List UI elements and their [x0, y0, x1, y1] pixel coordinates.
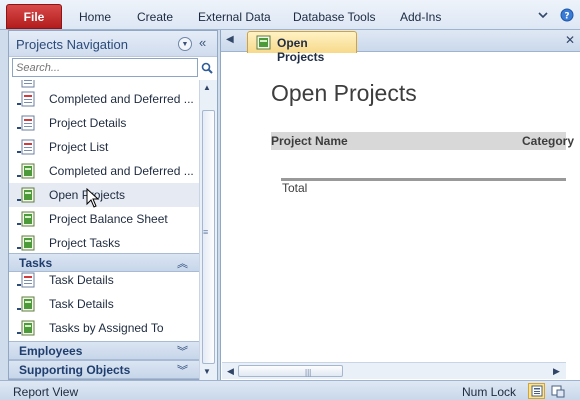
report-icon — [17, 91, 35, 107]
column-header-category[interactable]: Category — [522, 134, 574, 148]
form-icon — [17, 296, 35, 312]
nav-vertical-scrollbar[interactable]: ▲ ≡ ▼ — [199, 80, 217, 380]
nav-item-label: Project Tasks — [49, 236, 121, 250]
help-icon[interactable]: ? — [560, 8, 574, 22]
scroll-left-icon[interactable]: ◀ — [227, 366, 234, 377]
report-view-icon[interactable] — [528, 383, 545, 399]
tab-create[interactable]: Create — [137, 10, 173, 24]
minimize-ribbon-icon[interactable] — [536, 8, 550, 22]
close-icon[interactable]: ✕ — [565, 33, 575, 47]
search-box[interactable] — [12, 58, 198, 77]
group-label: Supporting Objects — [19, 363, 131, 377]
nav-item-label: Tasks by Assigned To — [49, 321, 164, 335]
nav-title[interactable]: Projects Navigation — [16, 37, 128, 52]
report-icon — [17, 139, 35, 155]
nav-item-label: Completed and Deferred ... — [49, 92, 194, 106]
form-title: Open Projects — [271, 80, 417, 106]
nav-item-label: Task Details — [49, 273, 114, 287]
nav-menu-dropdown-icon[interactable]: ▼ — [178, 37, 192, 51]
scroll-thumb[interactable] — [202, 110, 215, 364]
form-icon — [17, 211, 35, 227]
tab-scroll-left-icon[interactable]: ◀ — [226, 34, 234, 45]
nav-item-label: Open Projects — [49, 188, 126, 202]
list-item[interactable]: Task Details — [9, 292, 199, 316]
scroll-thumb[interactable]: ||| — [238, 365, 343, 377]
horizontal-scrollbar[interactable]: ◀ ||| ▶ — [222, 362, 566, 379]
scroll-right-icon[interactable]: ▶ — [553, 366, 560, 377]
tab-label: Open Projects — [277, 36, 325, 64]
nav-item-label: Project List — [49, 140, 109, 154]
list-item[interactable]: Completed and Deferred ... — [9, 159, 199, 183]
list-item[interactable]: Task Details — [9, 268, 199, 292]
list-item[interactable]: Project Balance Sheet — [9, 207, 199, 231]
group-header-supporting-objects[interactable]: Supporting Objects ︾ — [9, 360, 199, 379]
file-tab[interactable]: File — [6, 4, 62, 29]
total-divider — [281, 178, 566, 181]
ribbon-tab-bar: File Home Create External Data Database … — [0, 0, 580, 30]
scroll-down-icon[interactable]: ▼ — [203, 367, 211, 376]
total-label: Total — [282, 181, 308, 195]
num-lock-indicator: Num Lock — [462, 385, 517, 399]
tab-home[interactable]: Home — [79, 10, 111, 24]
nav-item-label: Project Details — [49, 116, 127, 130]
tab-database-tools[interactable]: Database Tools — [293, 10, 376, 24]
navigation-pane: Projects Navigation ▼ « Completed and De… — [8, 30, 218, 380]
nav-object-list: Completed and Deferred ... Project Detai… — [9, 80, 199, 278]
status-bar: Report View Num Lock — [0, 380, 580, 400]
column-header-project-name[interactable]: Project Name — [271, 134, 348, 148]
expand-group-icon[interactable]: ︾ — [177, 362, 188, 378]
search-input[interactable] — [13, 59, 197, 76]
report-icon — [17, 272, 35, 288]
form-icon — [17, 163, 35, 179]
form-icon — [17, 235, 35, 251]
form-icon — [17, 320, 35, 336]
list-item[interactable]: Tasks by Assigned To — [9, 316, 199, 340]
document-tab-bar: ◀ Open Projects ✕ — [221, 30, 580, 64]
document-area: ◀ Open Projects ✕ Open Projects Project … — [220, 30, 580, 380]
layout-view-icon[interactable] — [549, 383, 566, 399]
scroll-grip-icon: ≡ — [203, 227, 209, 237]
svg-text:?: ? — [564, 12, 569, 22]
nav-header: Projects Navigation ▼ « — [9, 31, 217, 57]
form-icon — [17, 187, 35, 203]
report-icon — [17, 115, 35, 131]
tab-open-projects[interactable]: Open Projects — [247, 31, 357, 64]
tab-add-ins[interactable]: Add-Ins — [400, 10, 441, 24]
list-item[interactable]: Project List — [9, 135, 199, 159]
scroll-up-icon[interactable]: ▲ — [203, 83, 211, 92]
column-header-row: Project Name Category — [271, 132, 574, 150]
shutter-bar-collapse-icon[interactable]: « — [199, 35, 206, 50]
form-icon — [256, 35, 272, 53]
group-label: Employees — [19, 344, 83, 358]
nav-item-label: Task Details — [49, 297, 114, 311]
nav-item-label: Project Balance Sheet — [49, 212, 168, 226]
search-icon[interactable] — [199, 58, 215, 77]
list-item[interactable]: Project Tasks — [9, 231, 199, 255]
group-header-employees[interactable]: Employees ︾ — [9, 341, 199, 360]
nav-item-label: Completed and Deferred ... — [49, 164, 194, 178]
list-item[interactable]: Completed and Deferred ... — [9, 87, 199, 111]
scroll-grip-icon: ||| — [305, 368, 312, 377]
expand-group-icon[interactable]: ︾ — [177, 343, 188, 359]
list-item-selected[interactable]: Open Projects — [9, 183, 199, 207]
status-view-text: Report View — [13, 385, 79, 399]
tab-external-data[interactable]: External Data — [198, 10, 271, 24]
list-item[interactable]: Project Details — [9, 111, 199, 135]
